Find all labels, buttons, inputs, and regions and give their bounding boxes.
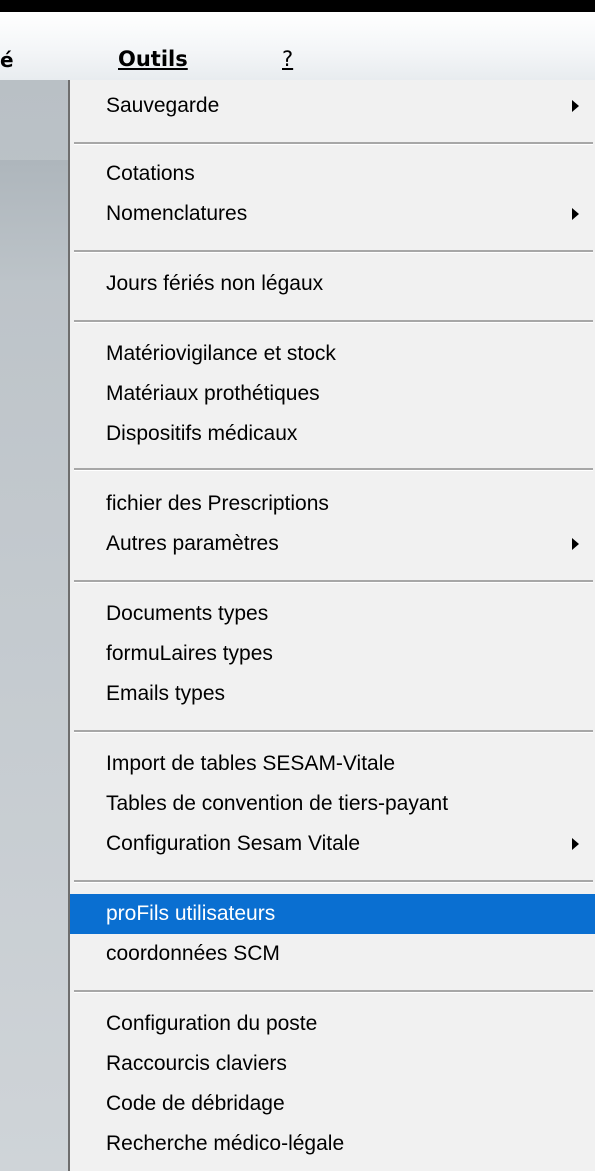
menu-item-profils-utilisateurs[interactable]: proFils utilisateurs: [70, 894, 595, 934]
submenu-arrow-icon: [572, 538, 579, 550]
window-top-edge: [0, 0, 595, 12]
menubar-item-help[interactable]: ?: [282, 47, 293, 71]
menu-separator: [74, 880, 593, 883]
menu-item-recherche-medico-legale[interactable]: Recherche médico-légale: [70, 1124, 595, 1164]
menu-item-label: coordonnées SCM: [106, 942, 280, 965]
menu-item-materiovigilance[interactable]: Matériovigilance et stock: [70, 334, 595, 374]
menu-item-label: Autres paramètres: [106, 532, 279, 555]
menu-item-label: formuLaires types: [106, 642, 273, 665]
menu-item-cotations[interactable]: Cotations: [70, 154, 595, 194]
menu-item-label: Raccourcis claviers: [106, 1052, 287, 1075]
menu-item-label: Nomenclatures: [106, 202, 248, 225]
menu-item-sauvegarde[interactable]: Sauvegarde: [70, 86, 595, 126]
menu-item-label: Emails types: [106, 682, 226, 705]
menu-item-label: proFils utilisateurs: [106, 902, 276, 925]
menu-item-formulaires-types[interactable]: formuLaires types: [70, 634, 595, 674]
background-window-area: [0, 80, 70, 1171]
menu-item-tables-convention[interactable]: Tables de convention de tiers-payant: [70, 784, 595, 824]
menu-item-coordonnees-scm[interactable]: coordonnées SCM: [70, 934, 595, 974]
menu-item-autres-parametres[interactable]: Autres paramètres: [70, 524, 595, 564]
menu-item-label: Dispositifs médicaux: [106, 422, 298, 445]
menu-separator: [74, 142, 593, 145]
menu-separator: [74, 730, 593, 733]
menubar-item-outils[interactable]: Outils: [118, 47, 188, 71]
menu-item-code-debridage[interactable]: Code de débridage: [70, 1084, 595, 1124]
menu-item-raccourcis-claviers[interactable]: Raccourcis claviers: [70, 1044, 595, 1084]
menu-item-label: Recherche médico-légale: [106, 1132, 345, 1155]
menu-item-label: Import de tables SESAM-Vitale: [106, 752, 396, 775]
submenu-arrow-icon: [572, 100, 579, 112]
menu-item-label: Documents types: [106, 602, 269, 625]
menu-item-label: Jours fériés non légaux: [106, 272, 324, 295]
menu-item-configuration-sesam-vitale[interactable]: Configuration Sesam Vitale: [70, 824, 595, 864]
menu-bar: é Outils ?: [0, 12, 595, 80]
menu-item-import-tables-sesam[interactable]: Import de tables SESAM-Vitale: [70, 744, 595, 784]
menu-item-label: Cotations: [106, 162, 195, 185]
background-toolbar-strip: [0, 160, 70, 280]
menu-item-emails-types[interactable]: Emails types: [70, 674, 595, 714]
menubar-item-partial[interactable]: é: [0, 48, 14, 72]
menu-item-configuration-poste[interactable]: Configuration du poste: [70, 1004, 595, 1044]
menu-item-fichier-prescriptions[interactable]: fichier des Prescriptions: [70, 484, 595, 524]
menu-separator: [74, 320, 593, 323]
menu-item-label: Matériovigilance et stock: [106, 342, 336, 365]
menu-separator: [74, 250, 593, 253]
menu-separator: [74, 468, 593, 471]
menu-item-documents-types[interactable]: Documents types: [70, 594, 595, 634]
menu-item-materiaux-prothetiques[interactable]: Matériaux prothétiques: [70, 374, 595, 414]
outils-dropdown-menu: Sauvegarde Cotations Nomenclatures Jours…: [68, 80, 595, 1171]
menu-separator: [74, 990, 593, 993]
menu-separator: [74, 580, 593, 583]
menu-item-label: Configuration du poste: [106, 1012, 318, 1035]
menu-item-jours-feries[interactable]: Jours fériés non légaux: [70, 264, 595, 304]
menu-item-label: Sauvegarde: [106, 94, 220, 117]
menu-item-label: Configuration Sesam Vitale: [106, 832, 361, 855]
menu-item-label: Code de débridage: [106, 1092, 285, 1115]
menu-item-nomenclatures[interactable]: Nomenclatures: [70, 194, 595, 234]
menu-item-dispositifs-medicaux[interactable]: Dispositifs médicaux: [70, 414, 595, 454]
menu-item-label: Matériaux prothétiques: [106, 382, 320, 405]
submenu-arrow-icon: [572, 208, 579, 220]
menu-item-label: fichier des Prescriptions: [106, 492, 329, 515]
menu-item-label: Tables de convention de tiers-payant: [106, 792, 449, 815]
submenu-arrow-icon: [572, 838, 579, 850]
